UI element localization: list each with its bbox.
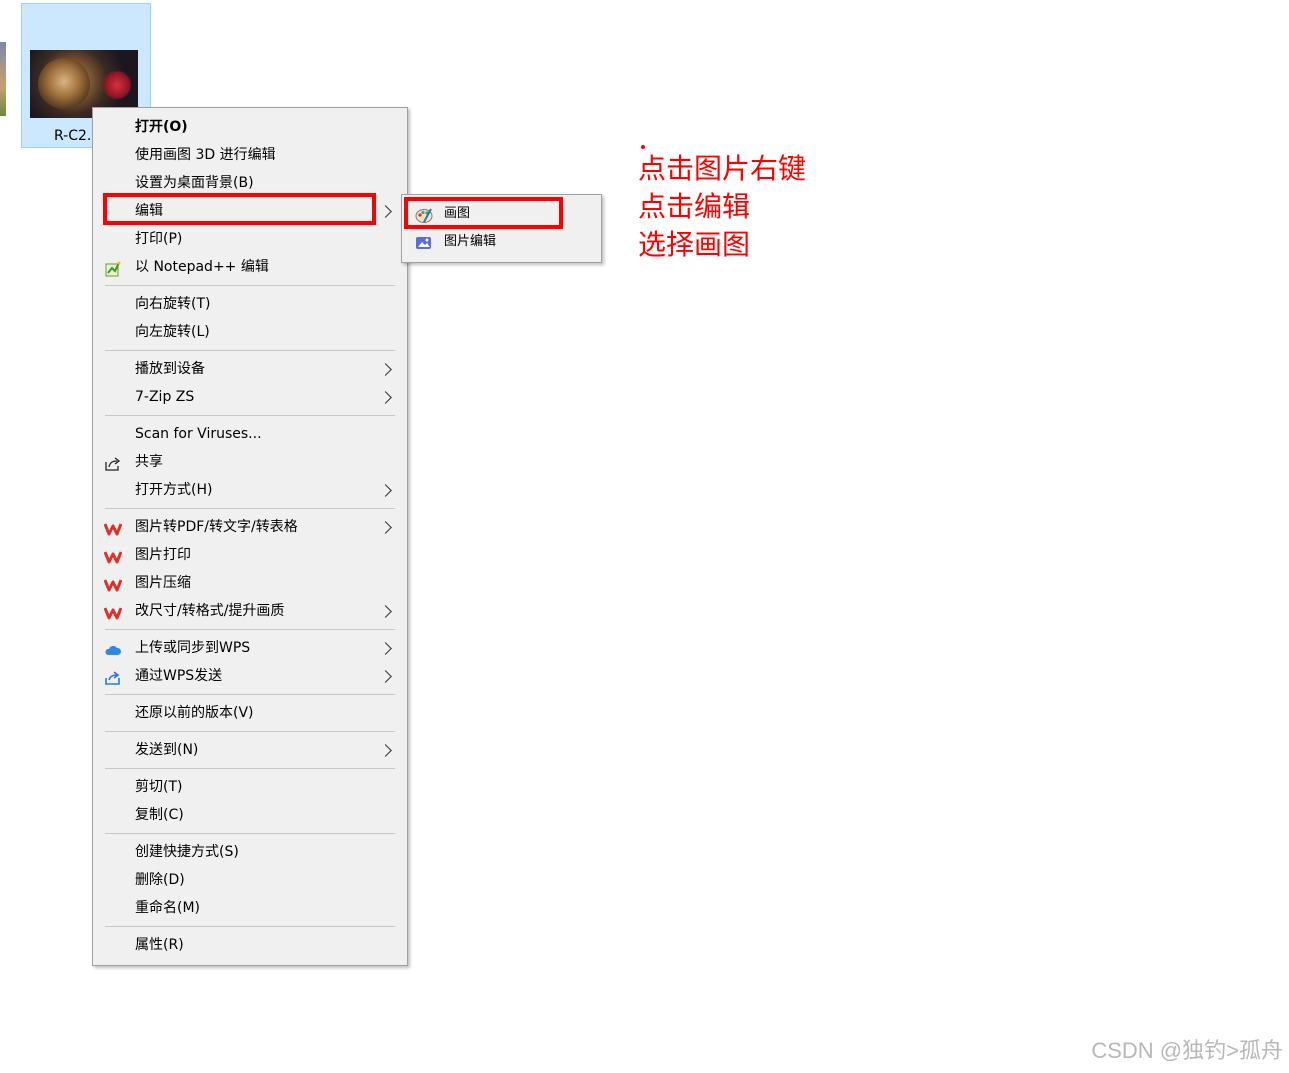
menu-item-6-0[interactable]: 还原以前的版本(V) — [93, 699, 407, 727]
menu-item-0-5[interactable]: 以 Notepad++ 编辑 — [93, 253, 407, 281]
menu-separator — [105, 415, 395, 416]
chevron-right-icon — [379, 484, 392, 497]
chevron-right-icon — [379, 205, 392, 218]
wps-icon — [103, 547, 123, 564]
chevron-right-icon — [379, 670, 392, 683]
menu-item-label: Scan for Viruses... — [135, 426, 262, 442]
menu-item-0-1[interactable]: 使用画图 3D 进行编辑 — [93, 141, 407, 169]
photo-edit-icon — [415, 234, 433, 250]
menu-separator — [105, 833, 395, 834]
menu-item-4-3[interactable]: 改尺寸/转格式/提升画质 — [93, 597, 407, 625]
menu-item-7-0[interactable]: 发送到(N) — [93, 736, 407, 764]
menu-item-label: 共享 — [135, 454, 163, 470]
menu-separator — [105, 731, 395, 732]
menu-item-label: 播放到设备 — [135, 361, 205, 377]
file-name: R-C2. — [54, 128, 92, 144]
menu-item-3-2[interactable]: 打开方式(H) — [93, 476, 407, 504]
menu-item-0-4[interactable]: 打印(P) — [93, 225, 407, 253]
menu-item-2-1[interactable]: 7-Zip ZS — [93, 383, 407, 411]
menu-item-9-2[interactable]: 重命名(M) — [93, 894, 407, 922]
menu-item-1-0[interactable]: 向右旋转(T) — [93, 290, 407, 318]
menu-separator — [105, 285, 395, 286]
menu-separator — [105, 768, 395, 769]
highlight-paint-item — [404, 197, 563, 229]
menu-item-label: 删除(D) — [135, 872, 185, 888]
menu-separator — [105, 926, 395, 927]
menu-item-4-1[interactable]: 图片打印 — [93, 541, 407, 569]
menu-item-4-2[interactable]: 图片压缩 — [93, 569, 407, 597]
wps-icon — [103, 519, 123, 536]
menu-item-label: 还原以前的版本(V) — [135, 705, 254, 721]
annotation-line: 选择画图 — [638, 228, 751, 261]
menu-item-5-1[interactable]: 通过WPS发送 — [93, 662, 407, 690]
menu-item-3-0[interactable]: Scan for Viruses... — [93, 420, 407, 448]
annotation-dot — [641, 145, 645, 149]
wps-icon — [103, 575, 123, 592]
menu-item-9-1[interactable]: 删除(D) — [93, 866, 407, 894]
annotation-line: 点击编辑 — [638, 190, 751, 223]
menu-separator — [105, 350, 395, 351]
menu-item-label: 打印(P) — [135, 231, 183, 247]
watermark: CSDN @独钓>孤舟 — [1091, 1038, 1283, 1063]
chevron-right-icon — [379, 605, 392, 618]
menu-item-8-0[interactable]: 剪切(T) — [93, 773, 407, 801]
chevron-right-icon — [379, 363, 392, 376]
menu-item-label: 图片压缩 — [135, 575, 191, 591]
menu-separator — [105, 694, 395, 695]
menu-item-label: 图片转PDF/转文字/转表格 — [135, 519, 298, 535]
menu-separator — [105, 508, 395, 509]
menu-item-3-1[interactable]: 共享 — [93, 448, 407, 476]
share-icon — [104, 454, 122, 471]
menu-item-label: 向左旋转(L) — [135, 324, 210, 340]
menu-item-label: 发送到(N) — [135, 742, 199, 758]
menu-item-label: 重命名(M) — [135, 900, 201, 916]
menu-item-label: 向右旋转(T) — [135, 296, 211, 312]
menu-item-label: 7-Zip ZS — [135, 389, 195, 405]
wps-icon — [103, 603, 123, 620]
notepad-plus-plus-icon — [104, 259, 122, 277]
menu-item-10-0[interactable]: 属性(R) — [93, 931, 407, 959]
menu-item-label: 使用画图 3D 进行编辑 — [135, 147, 276, 163]
menu-item-1-1[interactable]: 向左旋转(L) — [93, 318, 407, 346]
menu-item-2-0[interactable]: 播放到设备 — [93, 355, 407, 383]
chevron-right-icon — [379, 391, 392, 404]
chevron-right-icon — [379, 642, 392, 655]
menu-item-label: 以 Notepad++ 编辑 — [135, 259, 269, 275]
cloud-icon — [104, 640, 122, 656]
menu-item-label: 复制(C) — [135, 807, 184, 823]
menu-item-label: 上传或同步到WPS — [135, 640, 251, 656]
highlight-edit-item — [103, 193, 376, 225]
menu-item-label: 通过WPS发送 — [135, 668, 223, 684]
menu-item-9-0[interactable]: 创建快捷方式(S) — [93, 838, 407, 866]
menu-item-label: 创建快捷方式(S) — [135, 844, 239, 860]
menu-item-5-0[interactable]: 上传或同步到WPS — [93, 634, 407, 662]
menu-item-4-0[interactable]: 图片转PDF/转文字/转表格 — [93, 513, 407, 541]
menu-item-label: 剪切(T) — [135, 779, 183, 795]
menu-item-label: 属性(R) — [135, 937, 184, 953]
send-icon — [104, 668, 122, 685]
menu-item-label: 图片打印 — [135, 547, 191, 563]
menu-item-label: 打开方式(H) — [135, 482, 213, 498]
chevron-right-icon — [379, 744, 392, 757]
menu-separator — [105, 629, 395, 630]
context-menu: 打开(O) 使用画图 3D 进行编辑 设置为桌面背景(B) 编辑 打印(P) 以 Note… — [92, 107, 408, 966]
menu-item-label: 改尺寸/转格式/提升画质 — [135, 603, 285, 619]
chevron-right-icon — [379, 521, 392, 534]
menu-item-label: 打开(O) — [135, 119, 188, 135]
submenu-item-label: 图片编辑 — [444, 234, 497, 249]
submenu-item-photo-edit[interactable]: 图片编辑 — [402, 228, 601, 256]
neighbor-file-thumbnail[interactable] — [0, 42, 6, 116]
menu-item-0-0[interactable]: 打开(O) — [93, 113, 407, 141]
annotation-line: 点击图片右键 — [638, 152, 807, 185]
menu-item-8-1[interactable]: 复制(C) — [93, 801, 407, 829]
annotation-text: 点击图片右键 点击编辑 选择画图 — [638, 150, 806, 264]
